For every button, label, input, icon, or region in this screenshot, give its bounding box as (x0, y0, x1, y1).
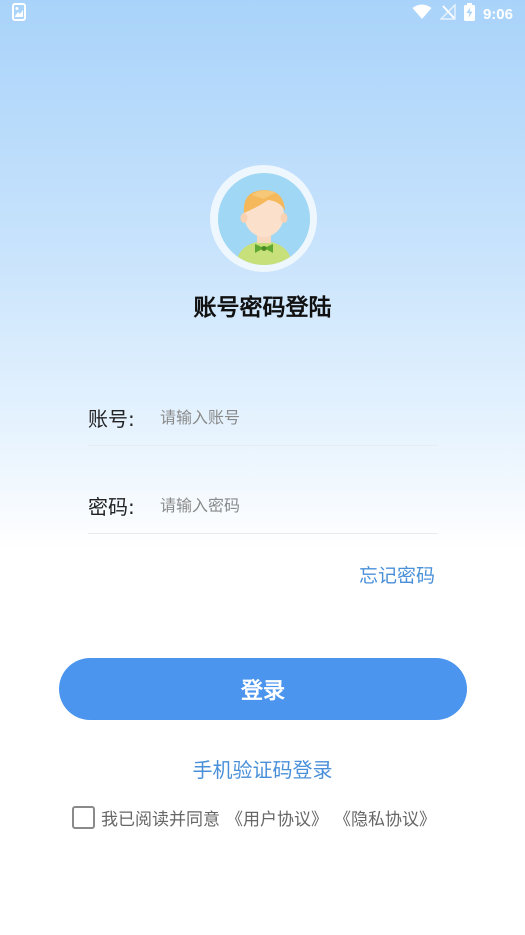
privacy-agreement-link[interactable]: 《隐私协议》 (334, 805, 436, 830)
avatar (210, 165, 317, 272)
login-button[interactable]: 登录 (59, 658, 467, 720)
account-input[interactable] (160, 408, 438, 427)
page-title: 账号密码登陆 (193, 295, 332, 321)
agreement-prefix: 我已阅读并同意 (101, 809, 220, 830)
status-time: 9:06 (482, 5, 513, 23)
battery-charging-icon (463, 3, 475, 25)
status-bar: 9:06 (0, 0, 525, 28)
wifi-icon (412, 4, 432, 24)
agreement-row: 我已阅读并同意 《用户协议》 《隐私协议》 (72, 804, 436, 830)
boy-avatar-icon (217, 172, 310, 265)
header-gradient-background (0, 0, 525, 550)
user-agreement-link[interactable]: 《用户协议》 (226, 805, 328, 830)
password-field: 密码: (88, 478, 438, 534)
account-field: 账号: (88, 390, 438, 446)
account-label: 账号: (88, 407, 135, 431)
app-notification-icon (12, 3, 26, 25)
password-input[interactable] (160, 496, 438, 515)
password-label: 密码: (88, 495, 135, 519)
forgot-password-link[interactable]: 忘记密码 (359, 561, 435, 588)
no-signal-icon (439, 3, 456, 24)
sms-login-link[interactable]: 手机验证码登录 (0, 754, 525, 783)
agreement-checkbox[interactable] (72, 805, 95, 829)
